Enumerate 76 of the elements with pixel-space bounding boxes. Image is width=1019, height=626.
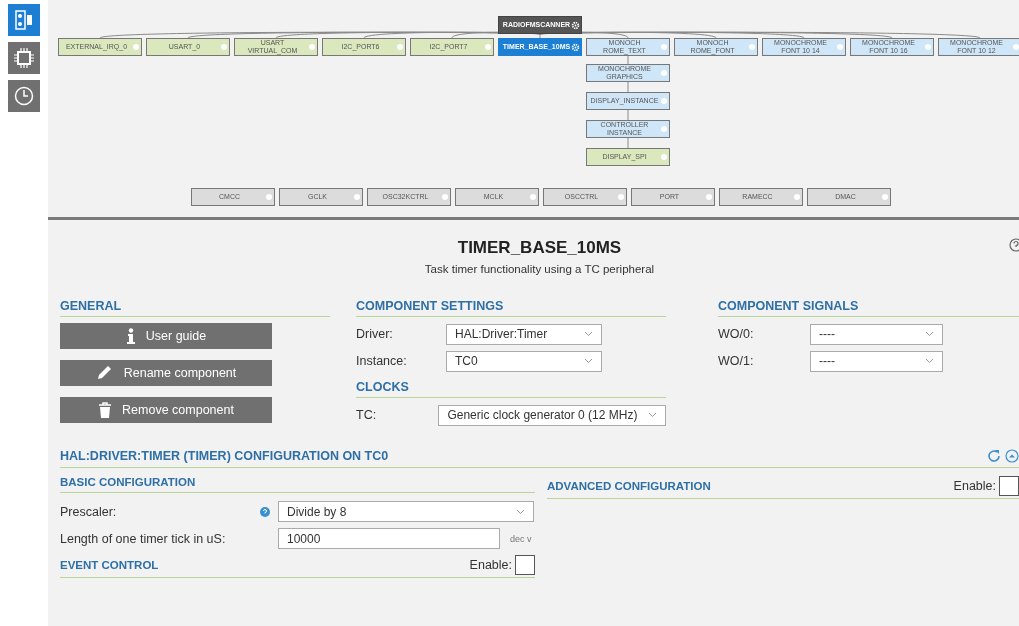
node-handle-icon[interactable] xyxy=(618,194,624,200)
pencil-icon xyxy=(95,365,114,381)
node-handle-icon[interactable] xyxy=(661,98,667,104)
gear-icon[interactable] xyxy=(571,20,580,30)
checkbox[interactable] xyxy=(515,555,535,575)
action-button[interactable]: Rename component xyxy=(60,360,272,386)
field-label: Driver: xyxy=(356,327,394,341)
section-heading: GENERAL xyxy=(60,299,330,317)
select-field[interactable]: ---- xyxy=(810,323,943,345)
node-handle-icon[interactable] xyxy=(661,44,667,50)
diagram-icon[interactable] xyxy=(8,4,40,36)
field-label: Length of one timer tick in uS: xyxy=(60,531,227,546)
connector-line xyxy=(627,109,629,121)
chevron-icon xyxy=(516,508,525,515)
component-title: TIMER_BASE_10MS xyxy=(456,238,623,258)
node-handle-icon[interactable] xyxy=(133,44,139,50)
field-label: Instance: xyxy=(356,354,408,368)
chevron-icon xyxy=(584,358,593,364)
field-label: WO/0: xyxy=(718,327,755,341)
select-field[interactable]: Divide by 8 xyxy=(278,501,534,522)
select-field[interactable]: Generic clock generator 0 (12 MHz) xyxy=(438,404,666,426)
node-handle-icon[interactable] xyxy=(925,44,931,50)
field-label: WO/1: xyxy=(718,354,755,368)
refresh-icon[interactable] xyxy=(986,448,1002,464)
checkbox-label: Enable: xyxy=(953,479,996,493)
node-handle-icon[interactable] xyxy=(354,194,360,200)
section-heading: COMPONENT SETTINGS xyxy=(356,299,666,317)
checkbox-label: Enable: xyxy=(469,558,512,572)
section-heading: COMPONENT SIGNALS xyxy=(718,299,1019,317)
node-handle-icon[interactable] xyxy=(309,44,315,50)
chevron-icon xyxy=(648,412,657,418)
section-heading: CLOCKS xyxy=(356,380,666,398)
node-handle-icon[interactable] xyxy=(661,70,667,76)
component-description: Task timer functionality using a TC peripheral xyxy=(424,263,655,275)
section-heading: HAL:DRIVER:TIMER (TIMER) CONFIGURATION ON TC0 xyxy=(60,449,389,463)
connector-line xyxy=(627,55,629,65)
section-heading: ADVANCED CONFIGURATION xyxy=(547,480,712,492)
select-field[interactable]: ---- xyxy=(810,350,943,372)
node-handle-icon[interactable] xyxy=(1013,44,1019,50)
help-icon[interactable] xyxy=(1009,238,1019,252)
node-handle-icon[interactable] xyxy=(221,44,227,50)
checkbox[interactable] xyxy=(999,476,1019,496)
unit-label: dec v xyxy=(510,533,532,544)
section-heading: BASIC CONFIGURATION xyxy=(60,476,535,493)
trash-icon xyxy=(98,402,113,418)
help-icon[interactable] xyxy=(260,506,270,517)
node-handle-icon[interactable] xyxy=(661,126,667,132)
chip-icon[interactable] xyxy=(8,42,40,74)
gear-icon[interactable] xyxy=(571,42,580,52)
select-field[interactable]: HAL:Driver:Timer xyxy=(446,323,602,345)
clock-icon[interactable] xyxy=(8,80,40,112)
chevron-icon xyxy=(584,331,593,337)
node-handle-icon[interactable] xyxy=(442,194,448,200)
chevron-icon xyxy=(925,358,934,364)
node-handle-icon[interactable] xyxy=(661,154,667,160)
field-label: Prescaler: xyxy=(60,504,118,519)
action-button[interactable]: User guide xyxy=(60,323,272,349)
node-handle-icon[interactable] xyxy=(837,44,843,50)
action-button[interactable]: Remove component xyxy=(60,397,272,423)
node-handle-icon[interactable] xyxy=(749,44,755,50)
node-handle-icon[interactable] xyxy=(266,194,272,200)
section-heading: EVENT CONTROL xyxy=(60,559,160,571)
chevron-icon xyxy=(925,331,934,337)
node-handle-icon[interactable] xyxy=(397,44,403,50)
info-icon xyxy=(125,328,136,344)
connector-line xyxy=(627,81,629,93)
node-handle-icon[interactable] xyxy=(882,194,888,200)
collapse-icon[interactable] xyxy=(1005,449,1019,463)
node-handle-icon[interactable] xyxy=(794,194,800,200)
field-label: TC: xyxy=(356,408,378,422)
node-handle-icon[interactable] xyxy=(530,194,536,200)
connector-line xyxy=(627,137,629,149)
node-handle-icon[interactable] xyxy=(706,194,712,200)
input-field[interactable]: 10000 xyxy=(278,528,500,549)
select-field[interactable]: TC0 xyxy=(446,350,602,372)
node-handle-icon[interactable] xyxy=(485,44,491,50)
